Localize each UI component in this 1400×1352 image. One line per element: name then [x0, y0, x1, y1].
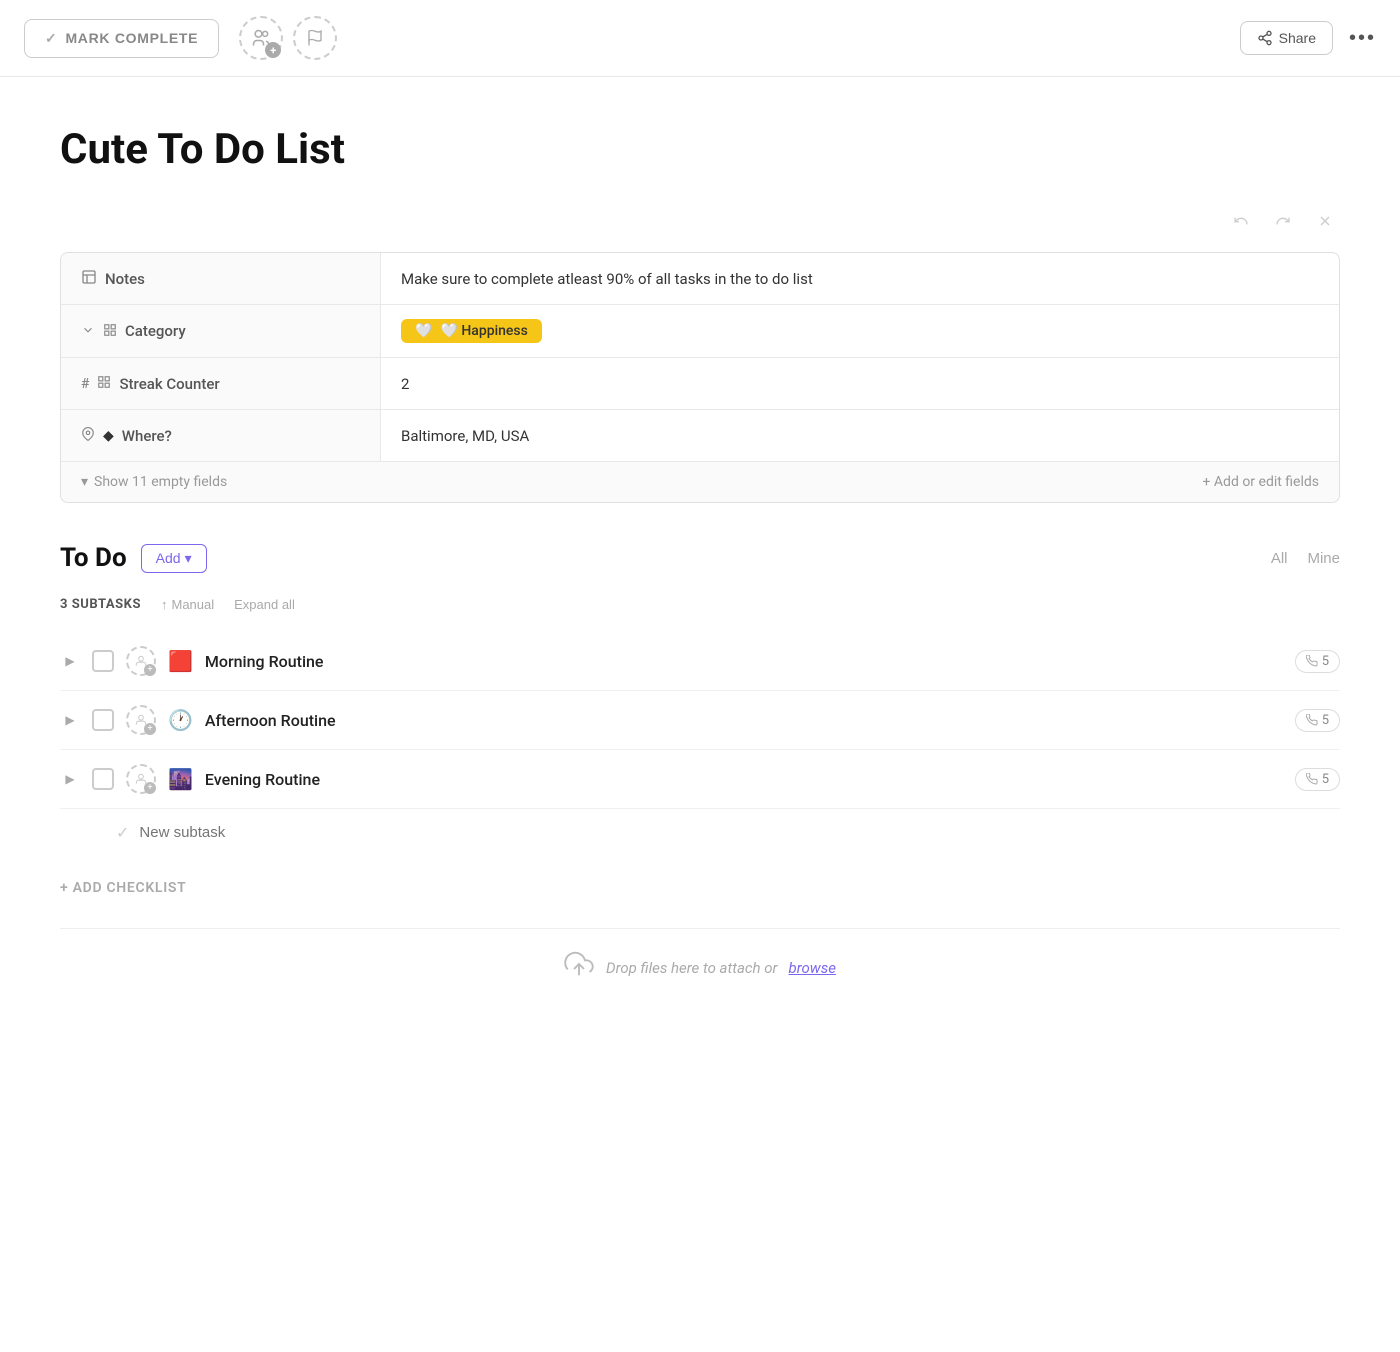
flag-button[interactable]	[293, 16, 337, 60]
field-value-notes[interactable]: Make sure to complete atleast 90% of all…	[381, 253, 1339, 304]
checkbox-afternoon[interactable]	[92, 709, 114, 731]
mark-complete-button[interactable]: ✓ MARK COMPLETE	[24, 19, 219, 58]
field-label-where: ◆ Where?	[61, 410, 381, 461]
add-button[interactable]: Add ▾	[141, 544, 207, 573]
undo-button[interactable]	[1226, 206, 1256, 236]
drop-zone-text: Drop files here to attach or browse	[606, 959, 836, 977]
notes-icon	[81, 269, 97, 289]
assign-plus-icon: +	[144, 782, 156, 794]
assign-afternoon-button[interactable]: +	[126, 705, 156, 735]
show-empty-fields-toggle[interactable]: ▾ Show 11 empty fields	[81, 474, 227, 490]
subtasks-count: 3 SUBTASKS	[60, 597, 141, 612]
assign-morning-button[interactable]: +	[126, 646, 156, 676]
where-label: Where?	[122, 427, 172, 445]
field-value-where[interactable]: Baltimore, MD, USA	[381, 410, 1339, 461]
cloud-upload-icon	[564, 949, 594, 986]
field-label-streak: # Streak Counter	[61, 358, 381, 409]
main-content: Cute To Do List	[0, 77, 1400, 1046]
category-dropdown-icon	[81, 322, 95, 341]
close-button[interactable]	[1310, 206, 1340, 236]
category-badge[interactable]: 🤍 🤍 Happiness	[401, 319, 542, 343]
toolbar: ✓ MARK COMPLETE +	[0, 0, 1400, 77]
afternoon-subtask-count: 5	[1295, 709, 1340, 732]
field-row-notes: Notes Make sure to complete atleast 90% …	[61, 253, 1339, 305]
browse-link[interactable]: browse	[789, 959, 836, 977]
morning-emoji: 🟥	[168, 649, 193, 673]
streak-hash-icon: #	[81, 376, 89, 392]
title-actions	[60, 206, 1340, 236]
assign-plus-icon: +	[144, 723, 156, 735]
todo-title: To Do	[60, 543, 127, 573]
new-subtask-check-icon: ✓	[116, 823, 129, 842]
plus-badge: +	[265, 42, 281, 58]
redo-button[interactable]	[1268, 206, 1298, 236]
toolbar-right: Share •••	[1240, 21, 1376, 55]
subtasks-list: ▶ + 🟥 Morning Routine 5	[60, 632, 1340, 809]
toolbar-icons: +	[239, 16, 337, 60]
todo-filters: All Mine	[1271, 550, 1340, 567]
page-title: Cute To Do List	[60, 125, 1340, 174]
evening-routine-label[interactable]: Evening Routine	[205, 770, 1283, 789]
streak-grid-icon	[97, 374, 111, 393]
sort-up-icon: ↑	[161, 597, 168, 612]
todo-header: To Do Add ▾ All Mine	[60, 543, 1340, 573]
streak-label: Streak Counter	[119, 375, 219, 393]
empty-fields-row: ▾ Show 11 empty fields + Add or edit fie…	[61, 462, 1339, 502]
category-label: Category	[125, 322, 186, 340]
expand-evening-button[interactable]: ▶	[60, 772, 80, 786]
filter-mine-button[interactable]: Mine	[1307, 550, 1340, 567]
field-row-where: ◆ Where? Baltimore, MD, USA	[61, 410, 1339, 462]
expand-afternoon-button[interactable]: ▶	[60, 713, 80, 727]
checkbox-morning[interactable]	[92, 650, 114, 672]
new-subtask-row: ✓	[60, 809, 1340, 856]
assign-evening-button[interactable]: +	[126, 764, 156, 794]
drop-zone: Drop files here to attach or browse	[60, 928, 1340, 1006]
dropdown-arrow-icon: ▾	[185, 550, 192, 567]
todo-section: To Do Add ▾ All Mine 3 SUBTASKS ↑ Manual…	[60, 543, 1340, 896]
add-checklist-button[interactable]: + ADD CHECKLIST	[60, 880, 1340, 896]
location-icon	[81, 426, 95, 445]
field-row-category: Category 🤍 🤍 Happiness	[61, 305, 1339, 358]
share-label: Share	[1279, 30, 1316, 46]
subtask-row-morning: ▶ + 🟥 Morning Routine 5	[60, 632, 1340, 691]
chevron-down-icon: ▾	[81, 474, 88, 490]
afternoon-emoji: 🕐	[168, 708, 193, 732]
subtask-row-evening: ▶ + 🌆 Evening Routine 5	[60, 750, 1340, 809]
assign-plus-icon: +	[144, 664, 156, 676]
notes-label: Notes	[105, 270, 145, 288]
field-value-streak[interactable]: 2	[381, 358, 1339, 409]
morning-subtask-count: 5	[1295, 650, 1340, 673]
share-button[interactable]: Share	[1240, 21, 1333, 55]
filter-all-button[interactable]: All	[1271, 550, 1288, 567]
field-label-notes: Notes	[61, 253, 381, 304]
checkbox-evening[interactable]	[92, 768, 114, 790]
expand-morning-button[interactable]: ▶	[60, 654, 80, 668]
check-icon: ✓	[45, 30, 57, 47]
field-value-category[interactable]: 🤍 🤍 Happiness	[381, 305, 1339, 357]
subtasks-meta: 3 SUBTASKS ↑ Manual Expand all	[60, 597, 1340, 612]
field-label-category: Category	[61, 305, 381, 357]
add-edit-fields-button[interactable]: + Add or edit fields	[1203, 474, 1320, 490]
morning-routine-label[interactable]: Morning Routine	[205, 652, 1283, 671]
afternoon-routine-label[interactable]: Afternoon Routine	[205, 711, 1283, 730]
mark-complete-label: MARK COMPLETE	[65, 30, 198, 46]
diamond-icon: ◆	[103, 428, 114, 444]
expand-all-button[interactable]: Expand all	[234, 597, 295, 612]
manual-sort-button[interactable]: ↑ Manual	[161, 597, 214, 612]
fields-table: Notes Make sure to complete atleast 90% …	[60, 252, 1340, 503]
assign-members-button[interactable]: +	[239, 16, 283, 60]
subtask-row-afternoon: ▶ + 🕐 Afternoon Routine 5	[60, 691, 1340, 750]
new-subtask-input[interactable]	[139, 824, 339, 841]
more-options-button[interactable]: •••	[1349, 27, 1376, 50]
category-grid-icon	[103, 322, 117, 341]
evening-subtask-count: 5	[1295, 768, 1340, 791]
evening-emoji: 🌆	[168, 767, 193, 791]
field-row-streak: # Streak Counter 2	[61, 358, 1339, 410]
